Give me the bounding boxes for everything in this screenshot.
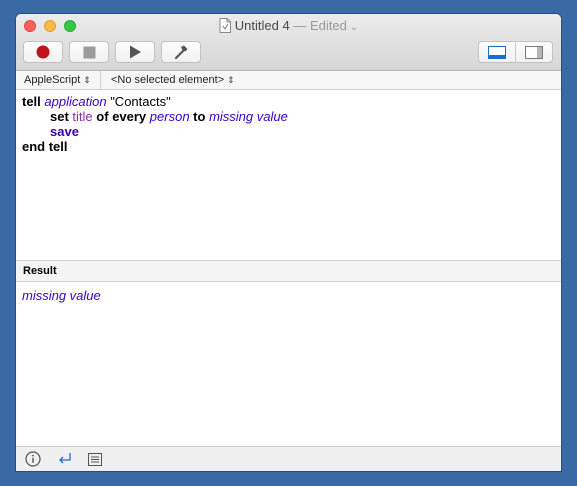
description-button[interactable] <box>24 451 42 467</box>
events-log-button[interactable] <box>86 451 104 467</box>
show-side-pane-button[interactable] <box>515 42 552 62</box>
code-token: save <box>50 124 79 139</box>
record-icon <box>36 45 50 59</box>
compile-button[interactable] <box>161 41 201 63</box>
list-icon <box>88 452 102 466</box>
bottom-pane-icon <box>488 45 506 59</box>
code-token: "Contacts" <box>106 94 171 109</box>
title-bar: Untitled 4 — Edited ⌄ <box>16 14 561 71</box>
show-bottom-pane-button[interactable] <box>479 42 515 62</box>
code-token: tell <box>22 94 41 109</box>
return-arrow-icon <box>59 453 71 464</box>
language-popup-label: AppleScript <box>24 74 81 86</box>
result-value: missing value <box>22 288 101 303</box>
language-popup[interactable]: AppleScript ⇕ <box>24 71 91 89</box>
navigation-bar: AppleScript ⇕ <No selected element> ⇕ <box>16 71 561 90</box>
code-line: set title of every person to missing val… <box>50 109 288 124</box>
replies-button[interactable] <box>56 451 74 467</box>
code-token: every <box>112 109 147 124</box>
play-icon <box>129 45 141 59</box>
info-icon <box>25 451 41 467</box>
hammer-icon <box>174 45 188 60</box>
script-document-icon <box>219 18 231 36</box>
edited-indicator: — Edited <box>293 18 347 33</box>
view-toggle-segmented-control <box>478 41 553 63</box>
up-down-chevron-icon: ⇕ <box>83 75 91 85</box>
code-token: set <box>50 109 69 124</box>
stop-button[interactable] <box>69 41 109 63</box>
bottom-pane-tab-bar <box>16 446 561 471</box>
run-button[interactable] <box>115 41 155 63</box>
window-title[interactable]: Untitled 4 — Edited ⌄ <box>16 18 561 36</box>
script-editor-window: Untitled 4 — Edited ⌄ AppleScript ⇕ <No … <box>16 14 561 471</box>
code-token: to <box>193 109 206 124</box>
chevron-down-icon: ⌄ <box>349 22 359 33</box>
code-token: of <box>96 109 109 124</box>
element-popup[interactable]: <No selected element> ⇕ <box>100 71 235 89</box>
element-popup-label: <No selected element> <box>111 74 225 86</box>
code-line: tell application "Contacts" <box>22 94 171 109</box>
up-down-chevron-icon: ⇕ <box>227 75 235 85</box>
result-pane[interactable]: missing value <box>16 282 561 446</box>
window-title-text: Untitled 4 <box>234 18 290 33</box>
result-pane-header: Result <box>16 260 561 282</box>
code-line: end tell <box>22 139 68 154</box>
record-button[interactable] <box>23 41 63 63</box>
code-token: person <box>149 109 190 124</box>
code-token: end tell <box>22 139 68 154</box>
code-token: application <box>44 94 107 109</box>
stop-icon <box>83 46 95 58</box>
side-pane-icon <box>525 45 543 59</box>
code-token: missing value <box>209 109 288 124</box>
code-token: title <box>72 109 93 124</box>
code-line: save <box>50 124 79 139</box>
script-editor[interactable]: tell application "Contacts" set title of… <box>16 90 561 260</box>
